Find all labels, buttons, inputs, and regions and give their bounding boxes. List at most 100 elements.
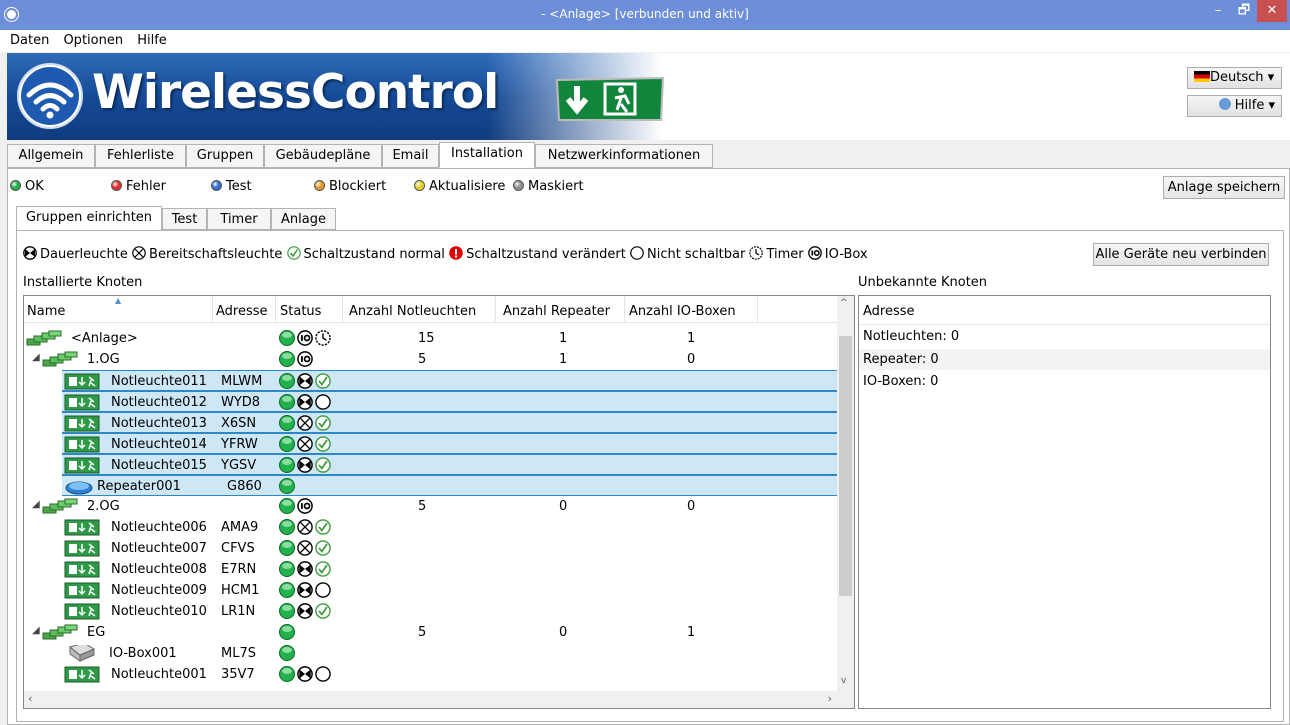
scroll-down-icon[interactable]: v bbox=[841, 676, 846, 686]
icon-legend: Dauerleuchte Bereitschaftsleuchte Schalt… bbox=[23, 246, 868, 262]
legend-ok: OK bbox=[10, 179, 44, 194]
maximize-button[interactable]: 🗗 bbox=[1231, 0, 1257, 22]
unknown-col-adresse[interactable]: Adresse bbox=[863, 304, 915, 319]
expand-toggle-icon[interactable]: ◢ bbox=[32, 352, 40, 363]
menu-bar: Daten Optionen Hilfe bbox=[0, 30, 1290, 52]
tab-installation[interactable]: Installation bbox=[439, 142, 535, 168]
tree-row[interactable]: ◢ EG 5 0 1 bbox=[24, 622, 839, 643]
help-dropdown[interactable]: Hilfe ▾ bbox=[1187, 95, 1282, 117]
node-address: 35V7 bbox=[221, 667, 255, 682]
col-anzahl-notleuchten[interactable]: Anzahl Notleuchten bbox=[349, 304, 476, 319]
expand-toggle-icon[interactable]: ◢ bbox=[32, 625, 40, 636]
emergency-light-icon bbox=[64, 457, 100, 474]
node-address: G860 bbox=[227, 479, 262, 494]
vertical-scrollbar[interactable]: ^ v bbox=[837, 296, 854, 692]
node-address: E7RN bbox=[221, 562, 257, 577]
not-switchable-icon bbox=[315, 666, 331, 682]
tab-gebaeudeplaene[interactable]: Gebäudepläne bbox=[264, 144, 382, 168]
menu-optionen[interactable]: Optionen bbox=[63, 30, 123, 48]
minimize-button[interactable]: – bbox=[1205, 0, 1231, 22]
scroll-right-icon[interactable]: › bbox=[828, 692, 832, 705]
tree-row[interactable]: IO-Box001 ML7S bbox=[24, 642, 839, 664]
tab-allgemein[interactable]: Allgemein bbox=[7, 144, 95, 168]
tree-row[interactable]: <Anlage> 15 1 1 bbox=[24, 328, 839, 349]
ok-status-icon bbox=[279, 582, 295, 598]
tree-row[interactable]: Notleuchte015 YGSV bbox=[62, 454, 839, 475]
menu-hilfe[interactable]: Hilfe bbox=[137, 30, 167, 48]
col-anzahl-io-boxen[interactable]: Anzahl IO-Boxen bbox=[629, 304, 736, 319]
tab-anlage[interactable]: Anlage bbox=[271, 208, 336, 230]
reconnect-all-button[interactable]: Alle Geräte neu verbinden bbox=[1093, 243, 1269, 266]
emergency-light-icon bbox=[64, 373, 100, 390]
tab-netzwerkinformationen[interactable]: Netzwerkinformationen bbox=[535, 144, 713, 168]
tree-row[interactable]: Notleuchte001 35V7 bbox=[24, 664, 839, 685]
emergency-light-icon bbox=[64, 666, 100, 683]
expand-toggle-icon[interactable]: ◢ bbox=[32, 499, 40, 510]
switch-changed-icon bbox=[449, 246, 463, 260]
count-n: 5 bbox=[418, 499, 427, 514]
maintained-light-icon bbox=[297, 603, 313, 619]
unknown-item[interactable]: Notleuchten: 0 bbox=[863, 329, 959, 344]
count-n: 5 bbox=[418, 625, 427, 640]
group-node-icon bbox=[42, 498, 78, 515]
tree-row[interactable]: Notleuchte014 YFRW bbox=[62, 433, 839, 454]
scroll-thumb[interactable] bbox=[839, 336, 852, 596]
col-name[interactable]: Name bbox=[27, 304, 65, 319]
tree-row[interactable]: Notleuchte007 CFVS bbox=[24, 538, 839, 559]
scroll-up-icon[interactable]: ^ bbox=[840, 298, 848, 308]
group-node-icon bbox=[26, 330, 62, 347]
node-name: Notleuchte006 bbox=[111, 520, 207, 535]
installed-nodes-tree[interactable]: Name ▲ Adresse Status Anzahl Notleuchten… bbox=[23, 295, 855, 709]
tab-email[interactable]: Email bbox=[382, 144, 439, 168]
language-dropdown[interactable]: Deutsch ▾ bbox=[1187, 67, 1282, 89]
count-r: 1 bbox=[559, 352, 568, 367]
emergency-light-icon bbox=[64, 561, 100, 578]
tree-row[interactable]: Notleuchte006 AMA9 bbox=[24, 517, 839, 538]
col-status[interactable]: Status bbox=[280, 304, 321, 319]
switch-normal-icon bbox=[315, 457, 331, 473]
tab-gruppen-einrichten[interactable]: Gruppen einrichten bbox=[16, 206, 162, 232]
tab-timer[interactable]: Timer bbox=[207, 208, 271, 230]
tree-row[interactable]: Notleuchte009 HCM1 bbox=[24, 580, 839, 601]
timer-icon bbox=[749, 246, 764, 260]
col-anzahl-repeater[interactable]: Anzahl Repeater bbox=[503, 304, 610, 319]
unknown-nodes-label: Unbekannte Knoten bbox=[858, 275, 988, 290]
horizontal-scrollbar[interactable]: ‹ › bbox=[24, 691, 854, 708]
masked-dot-icon bbox=[513, 180, 524, 191]
tree-row[interactable]: ◢ 2.OG 5 0 0 bbox=[24, 496, 839, 517]
switch-normal-icon bbox=[315, 415, 331, 431]
ok-status-icon bbox=[279, 540, 295, 556]
count-io: 0 bbox=[687, 499, 696, 514]
tab-test[interactable]: Test bbox=[162, 208, 207, 230]
io-box-icon bbox=[807, 246, 822, 260]
unknown-item[interactable]: IO-Boxen: 0 bbox=[863, 374, 938, 389]
count-io: 1 bbox=[687, 625, 696, 640]
tree-row[interactable]: Notleuchte010 LR1N bbox=[24, 601, 839, 622]
menu-daten[interactable]: Daten bbox=[10, 30, 49, 48]
test-dot-icon bbox=[211, 180, 222, 191]
tree-row[interactable]: Notleuchte008 E7RN bbox=[24, 559, 839, 580]
node-address: ML7S bbox=[221, 646, 256, 661]
tab-gruppen[interactable]: Gruppen bbox=[186, 144, 264, 168]
tree-row[interactable]: Notleuchte013 X6SN bbox=[62, 412, 839, 433]
emergency-light-icon bbox=[64, 415, 100, 432]
maintained-light-icon bbox=[297, 373, 313, 389]
switch-normal-icon bbox=[315, 373, 331, 389]
unknown-item[interactable]: Repeater: 0 bbox=[863, 352, 939, 367]
unknown-nodes-list[interactable]: Adresse Notleuchten: 0 Repeater: 0 IO-Bo… bbox=[858, 295, 1271, 709]
save-installation-button[interactable]: Anlage speichern bbox=[1163, 176, 1285, 199]
node-name: Notleuchte015 bbox=[111, 458, 207, 473]
tab-fehlerliste[interactable]: Fehlerliste bbox=[95, 144, 186, 168]
tree-row[interactable]: Repeater001 G860 bbox=[62, 475, 839, 496]
close-button[interactable]: ✕ bbox=[1257, 0, 1287, 22]
window-title: - <Anlage> [verbunden und aktiv] bbox=[541, 7, 749, 21]
tree-row[interactable]: Notleuchte011 MLWM bbox=[62, 370, 839, 391]
col-adresse[interactable]: Adresse bbox=[216, 304, 268, 319]
tree-row[interactable]: ◢ 1.OG 5 1 0 bbox=[24, 349, 839, 370]
count-n: 5 bbox=[418, 352, 427, 367]
ok-status-icon bbox=[279, 498, 295, 514]
scroll-left-icon[interactable]: ‹ bbox=[28, 692, 32, 705]
emergency-light-icon bbox=[64, 436, 100, 453]
node-address: YGSV bbox=[221, 458, 257, 473]
tree-row[interactable]: Notleuchte012 WYD8 bbox=[62, 391, 839, 412]
